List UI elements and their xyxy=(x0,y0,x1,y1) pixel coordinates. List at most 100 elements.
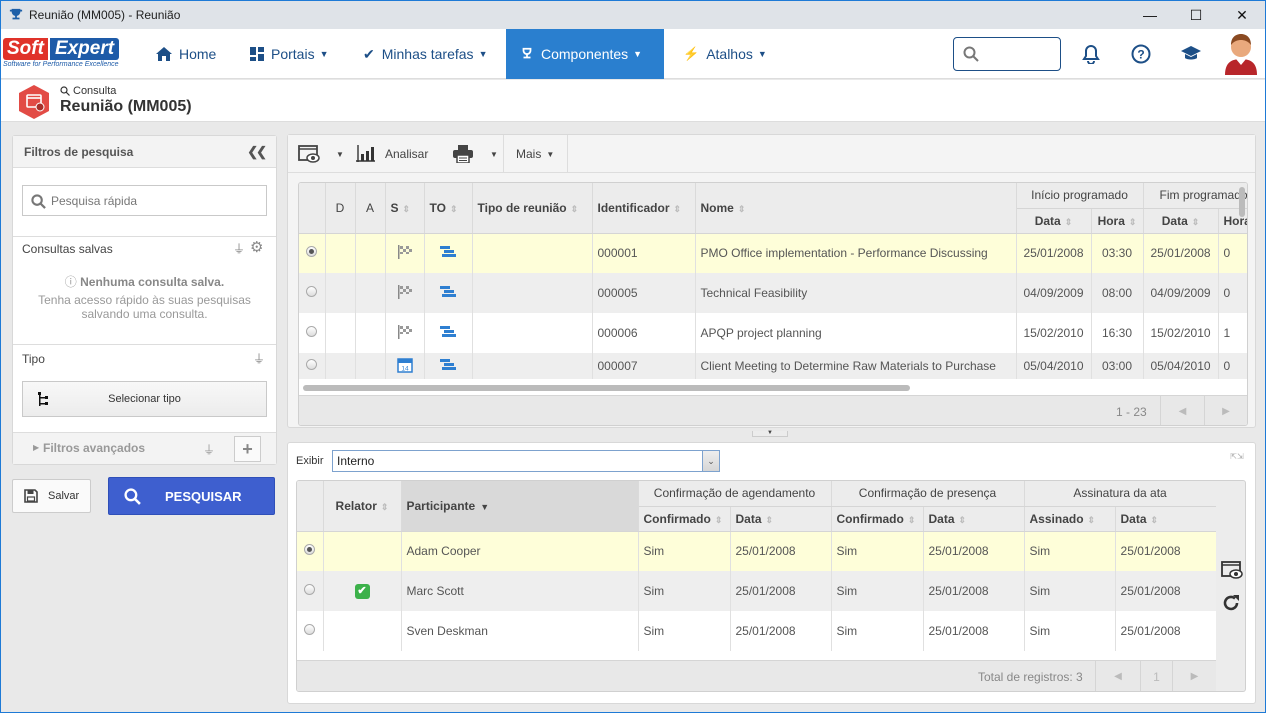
softexpert-logo[interactable]: Soft Expert Software for Performance Exce… xyxy=(3,38,131,74)
radio-button[interactable] xyxy=(306,326,318,337)
radio-button[interactable] xyxy=(306,286,318,297)
view-dropdown-caret[interactable]: ▼ xyxy=(336,135,344,173)
col-to[interactable]: TO ⇕ xyxy=(424,183,473,234)
radio-button[interactable] xyxy=(304,624,316,635)
col-s[interactable]: S ⇕ xyxy=(385,183,425,234)
show-select[interactable]: Interno ⌄ xyxy=(332,450,720,472)
col-d[interactable]: D xyxy=(325,183,356,234)
cell-d xyxy=(325,313,356,353)
clear-broom-icon[interactable]: ⏚ xyxy=(233,240,245,257)
global-search[interactable] xyxy=(953,37,1061,71)
expand-icon[interactable]: ⇱⇲ xyxy=(1229,453,1245,461)
col-name[interactable]: Nome ⇕ xyxy=(695,183,1017,234)
col-pres-confirmed[interactable]: Confirmado ⇕ xyxy=(831,506,924,532)
radio-button[interactable] xyxy=(304,584,316,595)
next-page-button[interactable]: ▶ xyxy=(1204,396,1247,425)
print-dropdown-caret[interactable]: ▼ xyxy=(490,135,498,173)
quick-search[interactable] xyxy=(22,185,267,216)
title-bar: Reunião (MM005) - Reunião — ☐ ✕ xyxy=(1,1,1265,29)
nav-home[interactable]: Home xyxy=(142,29,230,79)
notifications-button[interactable] xyxy=(1079,42,1103,66)
gantt-icon xyxy=(440,358,456,371)
maximize-button[interactable]: ☐ xyxy=(1173,1,1219,29)
col-reporter[interactable]: Relator ⇕ xyxy=(323,481,402,532)
clear-broom-icon[interactable]: ⏚ xyxy=(203,441,215,458)
refresh-icon[interactable] xyxy=(1222,594,1240,612)
breadcrumb: Consulta xyxy=(60,85,116,97)
radio-button[interactable] xyxy=(306,246,318,258)
chevron-down-icon[interactable]: ⌄ xyxy=(702,451,719,471)
col-sched-date[interactable]: Data ⇕ xyxy=(730,506,832,532)
row-radio[interactable] xyxy=(297,611,324,651)
radio-button[interactable] xyxy=(306,359,318,370)
table-row[interactable]: 000001 PMO Office implementation - Perfor… xyxy=(299,233,1247,273)
col-sched-confirmed[interactable]: Confirmado ⇕ xyxy=(638,506,731,532)
row-radio[interactable] xyxy=(297,531,324,571)
gear-icon[interactable]: ⚙ xyxy=(250,238,263,256)
help-button[interactable]: ? xyxy=(1129,42,1153,66)
select-type-button[interactable]: Selecionar tipo xyxy=(22,381,267,417)
splitter-toggle-icon[interactable]: ▼ xyxy=(752,430,788,437)
more-button[interactable]: Mais ▼ xyxy=(516,135,554,173)
row-radio[interactable] xyxy=(299,233,326,273)
col-id[interactable]: Identificador ⇕ xyxy=(592,183,696,234)
col-id-label: Identificador xyxy=(597,200,670,215)
save-button[interactable]: Salvar xyxy=(12,479,91,513)
participant-row[interactable]: ✔ Marc Scott Sim 25/01/2008 Sim 25/01/2008 Sim… xyxy=(297,571,1216,611)
col-start-time[interactable]: Hora ⇕ xyxy=(1091,208,1144,234)
col-participant[interactable]: Participante ▼ xyxy=(401,481,639,532)
user-avatar[interactable] xyxy=(1221,29,1261,77)
col-start-date[interactable]: Data ⇕ xyxy=(1016,208,1092,234)
row-radio[interactable] xyxy=(299,313,326,353)
col-sign-date[interactable]: Data ⇕ xyxy=(1115,506,1216,532)
col-type[interactable]: Tipo de reunião ⇕ xyxy=(472,183,593,234)
row-radio[interactable] xyxy=(297,571,324,611)
col-label: Assinado xyxy=(1029,511,1084,526)
view-button[interactable] xyxy=(298,135,320,173)
advanced-filters[interactable]: ▶ Filtros avançados ⏚ + xyxy=(13,432,276,464)
next-page-button[interactable]: ▶ xyxy=(1172,661,1216,691)
cell-d xyxy=(325,273,356,313)
print-button[interactable] xyxy=(453,135,473,173)
global-search-input[interactable] xyxy=(986,44,1056,64)
quick-search-input[interactable] xyxy=(51,192,261,210)
col-end-date[interactable]: Data ⇕ xyxy=(1143,208,1219,234)
radio-button[interactable] xyxy=(304,544,316,556)
search-button[interactable]: PESQUISAR xyxy=(108,477,275,515)
participant-row[interactable]: Adam Cooper Sim 25/01/2008 Sim 25/01/2008 Sim… xyxy=(297,531,1216,571)
search-filters-panel: Filtros de pesquisa ❮❮ Consultas salvas … xyxy=(12,135,277,465)
nav-atalhos[interactable]: ⚡ Atalhos ▼ xyxy=(669,29,781,79)
col-a[interactable]: A xyxy=(355,183,386,234)
prev-page-button[interactable]: ◀ xyxy=(1095,661,1140,691)
clear-broom-icon[interactable]: ⏚ xyxy=(253,350,265,367)
prev-page-button[interactable]: ◀ xyxy=(1160,396,1204,425)
table-row[interactable]: 000006 APQP project planning 15/02/2010 16:… xyxy=(299,313,1247,353)
participant-row[interactable]: Sven Deskman Sim 25/01/2008 Sim 25/01/2008 Si… xyxy=(297,611,1216,651)
nav-portais[interactable]: Portais ▼ xyxy=(236,29,343,79)
vertical-scrollbar[interactable] xyxy=(1239,187,1245,217)
cell-id: 000006 xyxy=(592,313,696,353)
nav-componentes[interactable]: Componentes ▼ xyxy=(506,29,664,79)
page-number[interactable]: 1 xyxy=(1140,661,1172,691)
svg-text:14: 14 xyxy=(401,365,409,372)
panel-splitter[interactable]: ▼ xyxy=(287,430,1256,439)
sort-icon: ⇕ xyxy=(570,203,579,214)
row-radio[interactable] xyxy=(299,353,326,379)
horizontal-scrollbar[interactable] xyxy=(303,385,910,391)
close-button[interactable]: ✕ xyxy=(1219,1,1265,29)
collapse-icon[interactable]: ❮❮ xyxy=(247,144,267,160)
training-button[interactable] xyxy=(1179,42,1203,66)
analyze-button[interactable]: Analisar xyxy=(356,135,428,173)
cell-signed: Sim xyxy=(1024,611,1116,651)
col-signed[interactable]: Assinado ⇕ xyxy=(1024,506,1116,532)
view-window-icon[interactable] xyxy=(1221,561,1243,579)
row-radio[interactable] xyxy=(299,273,326,313)
table-row[interactable]: 000005 Technical Feasibility 04/09/2009 08:… xyxy=(299,273,1247,313)
table-row[interactable]: 14 000007 Client Meeting to Determine Raw … xyxy=(299,353,1247,379)
window-title: Reunião (MM005) - Reunião xyxy=(29,8,181,22)
col-type-label: Tipo de reunião xyxy=(477,200,567,215)
nav-minhas-tarefas[interactable]: ✔ Minhas tarefas ▼ xyxy=(349,29,501,79)
minimize-button[interactable]: — xyxy=(1127,1,1173,29)
add-filter-button[interactable]: + xyxy=(234,436,261,462)
col-pres-date[interactable]: Data ⇕ xyxy=(923,506,1025,532)
